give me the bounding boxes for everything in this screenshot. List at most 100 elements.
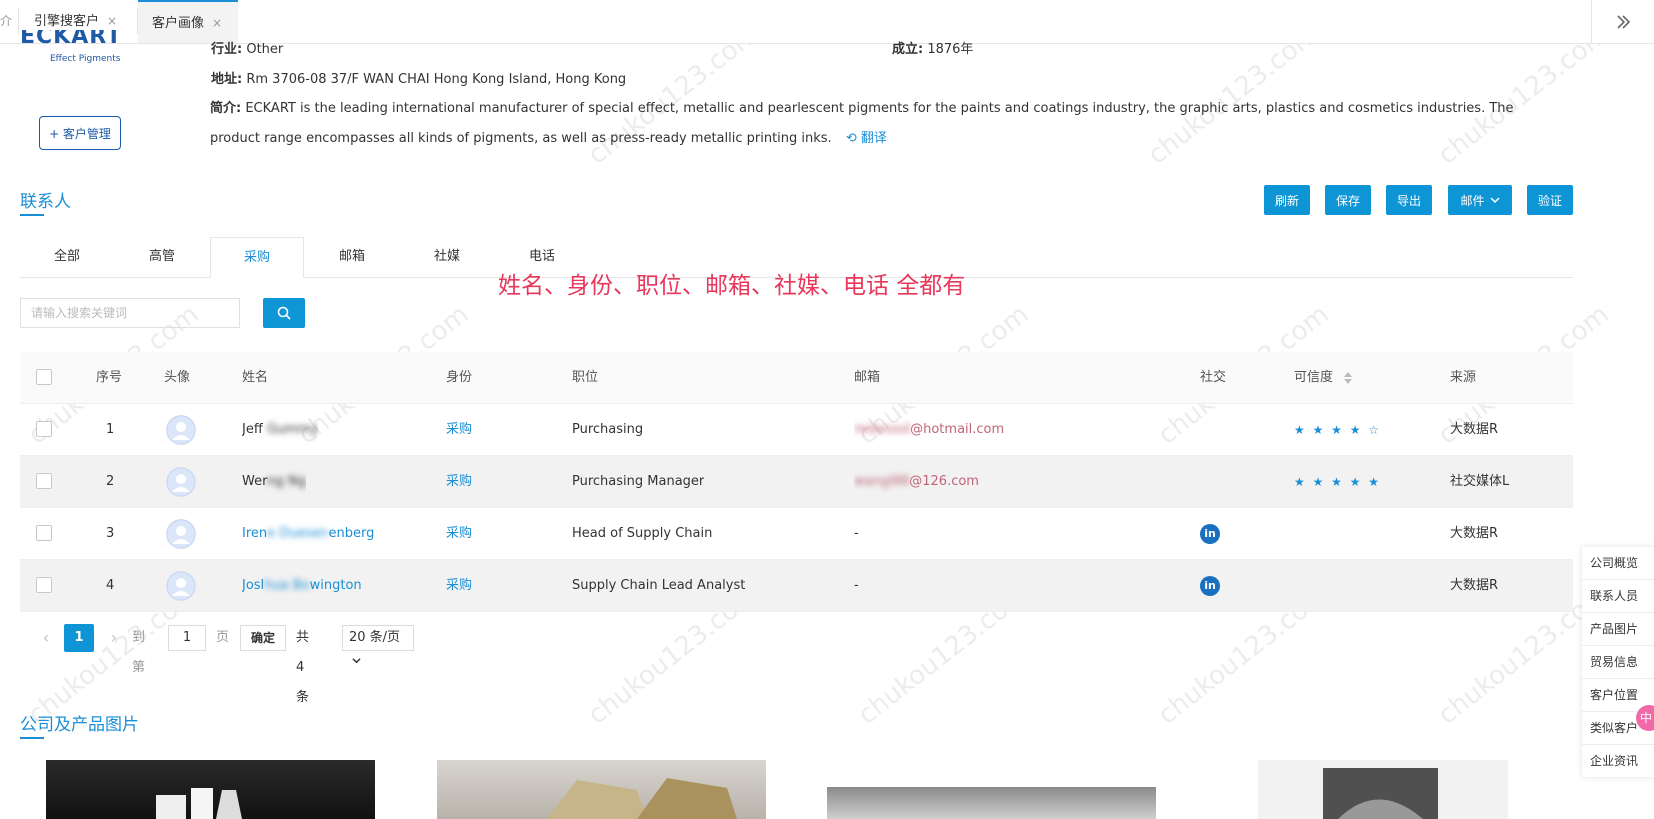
product-image[interactable] bbox=[46, 760, 375, 819]
side-nav-company-overview[interactable]: 公司概览 bbox=[1582, 547, 1654, 580]
translate-link[interactable]: ⟲ 翻译 bbox=[846, 131, 887, 146]
linkedin-icon[interactable]: in bbox=[1200, 524, 1220, 544]
side-nav-contacts[interactable]: 联系人员 bbox=[1582, 580, 1654, 613]
save-button[interactable]: 保存 bbox=[1325, 185, 1371, 215]
double-chevron-right-icon bbox=[1617, 14, 1631, 29]
company-founded: 成立: 1876年 bbox=[892, 38, 973, 57]
close-icon[interactable]: × bbox=[107, 14, 117, 28]
translate-label: 翻译 bbox=[860, 131, 887, 146]
search-icon bbox=[277, 306, 291, 320]
address-value: Rm 3706-08 37/F WAN CHAI Hong Kong Islan… bbox=[246, 72, 627, 87]
contact-name: Werng Ng bbox=[242, 456, 306, 508]
name-visible: Josl bbox=[242, 578, 265, 593]
row-checkbox[interactable] bbox=[36, 577, 52, 593]
contact-source: 大数据R bbox=[1450, 526, 1499, 541]
mail-label: 邮件 bbox=[1460, 193, 1485, 208]
name-tail: wington bbox=[309, 578, 362, 593]
col-credibility[interactable]: 可信度 bbox=[1294, 352, 1353, 404]
name-visible: Wer bbox=[242, 474, 268, 489]
contact-identity[interactable]: 采购 bbox=[446, 560, 472, 612]
mail-dropdown-button[interactable]: 邮件 bbox=[1448, 185, 1512, 215]
row-checkbox[interactable] bbox=[36, 525, 52, 541]
side-navigation: 公司概览 联系人员 产品图片 贸易信息 客户位置 类似客户 企业资讯 bbox=[1582, 547, 1654, 777]
tab-email[interactable]: 邮箱 bbox=[305, 237, 399, 277]
close-icon[interactable]: × bbox=[212, 16, 222, 30]
company-address: 地址: Rm 3706-08 37/F WAN CHAI Hong Kong I… bbox=[211, 68, 626, 87]
tab-home[interactable]: 介 bbox=[0, 0, 12, 43]
industry-label: 行业: bbox=[211, 42, 243, 57]
select-all-checkbox[interactable] bbox=[36, 369, 52, 385]
page-size-select[interactable]: 20 条/页 bbox=[342, 625, 414, 664]
col-identity: 身份 bbox=[446, 370, 473, 385]
tab-divider bbox=[18, 8, 19, 34]
tab-customer-profile[interactable]: 客户画像 × bbox=[138, 0, 238, 43]
verify-button[interactable]: 验证 bbox=[1527, 185, 1573, 215]
product-image[interactable] bbox=[437, 760, 766, 819]
side-nav-trade-info[interactable]: 贸易信息 bbox=[1582, 646, 1654, 679]
avatar bbox=[166, 571, 196, 601]
page-number-current[interactable]: 1 bbox=[64, 624, 94, 652]
credibility-stars: ★ ★ ★ ★ ☆ bbox=[1294, 423, 1382, 437]
credibility-stars: ★ ★ ★ ★ ★ bbox=[1294, 475, 1382, 489]
contact-name-link[interactable]: Irene Duesenenberg bbox=[242, 508, 374, 560]
contact-identity[interactable]: 采购 bbox=[446, 456, 472, 508]
refresh-button[interactable]: 刷新 bbox=[1264, 185, 1310, 215]
row-checkbox[interactable] bbox=[36, 421, 52, 437]
product-image-shape bbox=[156, 788, 242, 819]
side-nav-company-news[interactable]: 企业资讯 bbox=[1582, 745, 1654, 777]
contact-name-link[interactable]: Joslhua Bowington bbox=[242, 560, 362, 612]
customer-manage-button[interactable]: + 客户管理 bbox=[39, 116, 121, 150]
table-row: 4 Joslhua Bowington 采购 Supply Chain Lead… bbox=[20, 560, 1573, 612]
tab-overflow-button[interactable] bbox=[1591, 0, 1654, 43]
tab-executives[interactable]: 高管 bbox=[115, 237, 209, 277]
company-intro: 简介: ECKART is the leading international … bbox=[210, 94, 1550, 154]
table-row: 2 Werng Ng 采购 Purchasing Manager wangl88… bbox=[20, 456, 1573, 508]
page-size-value: 20 条/页 bbox=[349, 630, 401, 645]
search-button[interactable] bbox=[263, 298, 305, 328]
name-visible: Jeff bbox=[242, 422, 263, 437]
row-checkbox[interactable] bbox=[36, 473, 52, 489]
founded-label: 成立: bbox=[892, 42, 924, 57]
tab-all[interactable]: 全部 bbox=[20, 237, 114, 277]
contact-identity[interactable]: 采购 bbox=[446, 404, 472, 456]
next-page-button[interactable]: › bbox=[102, 623, 126, 653]
address-label: 地址: bbox=[211, 72, 243, 87]
contact-email[interactable]: wangl88@126.com bbox=[854, 456, 979, 508]
goto-page-input[interactable]: 1 bbox=[168, 625, 206, 651]
prev-page-button[interactable]: ‹ bbox=[34, 623, 58, 653]
goto-label: 到第 bbox=[132, 630, 146, 675]
product-image[interactable] bbox=[1258, 760, 1508, 819]
row-index: 3 bbox=[106, 526, 115, 541]
industry-value: Other bbox=[246, 42, 284, 57]
contact-email[interactable]: redwood@hotmail.com bbox=[854, 404, 1004, 456]
product-image[interactable] bbox=[827, 787, 1156, 819]
linkedin-icon[interactable]: in bbox=[1200, 576, 1220, 596]
tab-label: 客户画像 bbox=[152, 16, 205, 31]
name-blurred: Gummy bbox=[266, 422, 319, 437]
contact-email: - bbox=[854, 526, 859, 541]
table-header-row: 序号 头像 姓名 身份 职位 邮箱 社交 可信度 来源 bbox=[20, 352, 1573, 404]
row-index: 4 bbox=[106, 578, 115, 593]
search-input[interactable]: 请输入搜索关键词 bbox=[20, 298, 240, 328]
page-unit-label: 页 bbox=[216, 630, 230, 645]
name-tail: enberg bbox=[328, 526, 375, 541]
email-visible: @hotmail.com bbox=[910, 422, 1005, 437]
contact-source: 大数据R bbox=[1450, 578, 1499, 593]
tab-social[interactable]: 社媒 bbox=[400, 237, 494, 277]
side-nav-product-images[interactable]: 产品图片 bbox=[1582, 613, 1654, 646]
annotation-text: 姓名、身份、职位、邮箱、社媒、电话 全都有 bbox=[498, 273, 966, 299]
table-row: 1 Jeff Gummy 采购 Purchasing redwood@hotma… bbox=[20, 404, 1573, 456]
email-blurred: wangl88 bbox=[854, 474, 910, 489]
export-button[interactable]: 导出 bbox=[1386, 185, 1432, 215]
col-source: 来源 bbox=[1450, 370, 1477, 385]
name-visible: Iren bbox=[242, 526, 268, 541]
product-image-shape bbox=[547, 778, 737, 819]
tab-purchasing[interactable]: 采购 bbox=[210, 237, 304, 278]
chevron-down-icon bbox=[1489, 197, 1500, 204]
contact-identity[interactable]: 采购 bbox=[446, 508, 472, 560]
contact-position: Purchasing bbox=[572, 422, 644, 437]
total-count: 共 4 条 bbox=[296, 630, 310, 705]
row-index: 2 bbox=[106, 474, 115, 489]
goto-confirm-button[interactable]: 确定 bbox=[240, 625, 286, 651]
sort-icon bbox=[1344, 371, 1353, 384]
